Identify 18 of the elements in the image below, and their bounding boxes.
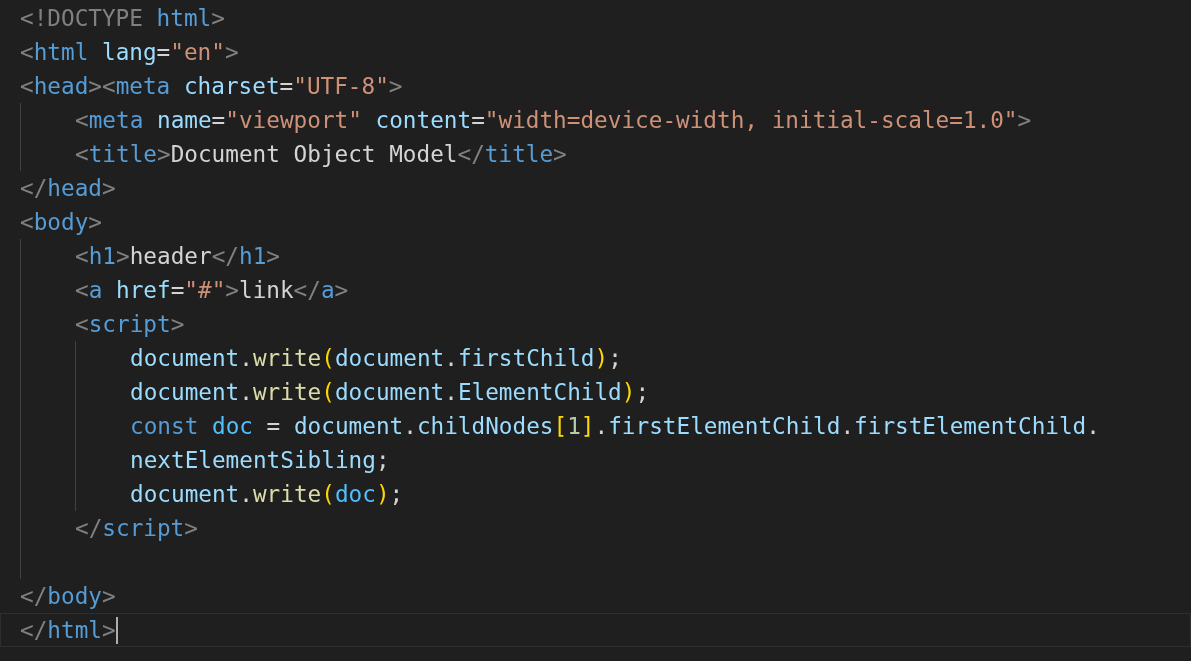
code-line: </body> [20, 582, 117, 611]
code-line: <html lang="en"> [20, 38, 240, 67]
code-line: <head><meta charset="UTF-8"> [20, 72, 404, 101]
code-line: <script> [75, 310, 186, 339]
code-line: <a href="#">link</a> [75, 276, 350, 305]
code-line: document.write(doc); [130, 480, 405, 509]
code-line: document.write(document.firstChild); [130, 344, 623, 373]
code-line: </script> [75, 514, 199, 543]
code-line: <meta name="viewport" content="width=device-width, initial-scale=1.0"> [75, 106, 1033, 135]
code-line: <body> [20, 208, 103, 237]
code-line: document.write(document.ElementChild); [130, 378, 651, 407]
code-line: const doc = document.childNodes[1].firstElementChild.firstElementChild. [130, 412, 1101, 441]
code-line: <h1>header</h1> [75, 242, 281, 271]
code-line: <title>Document Object Model</title> [75, 140, 568, 169]
code-line: nextElementSibling; [130, 446, 391, 475]
text-cursor [115, 616, 118, 644]
code-line: <!DOCTYPE html> [20, 4, 226, 33]
code-line: </head> [20, 174, 117, 203]
